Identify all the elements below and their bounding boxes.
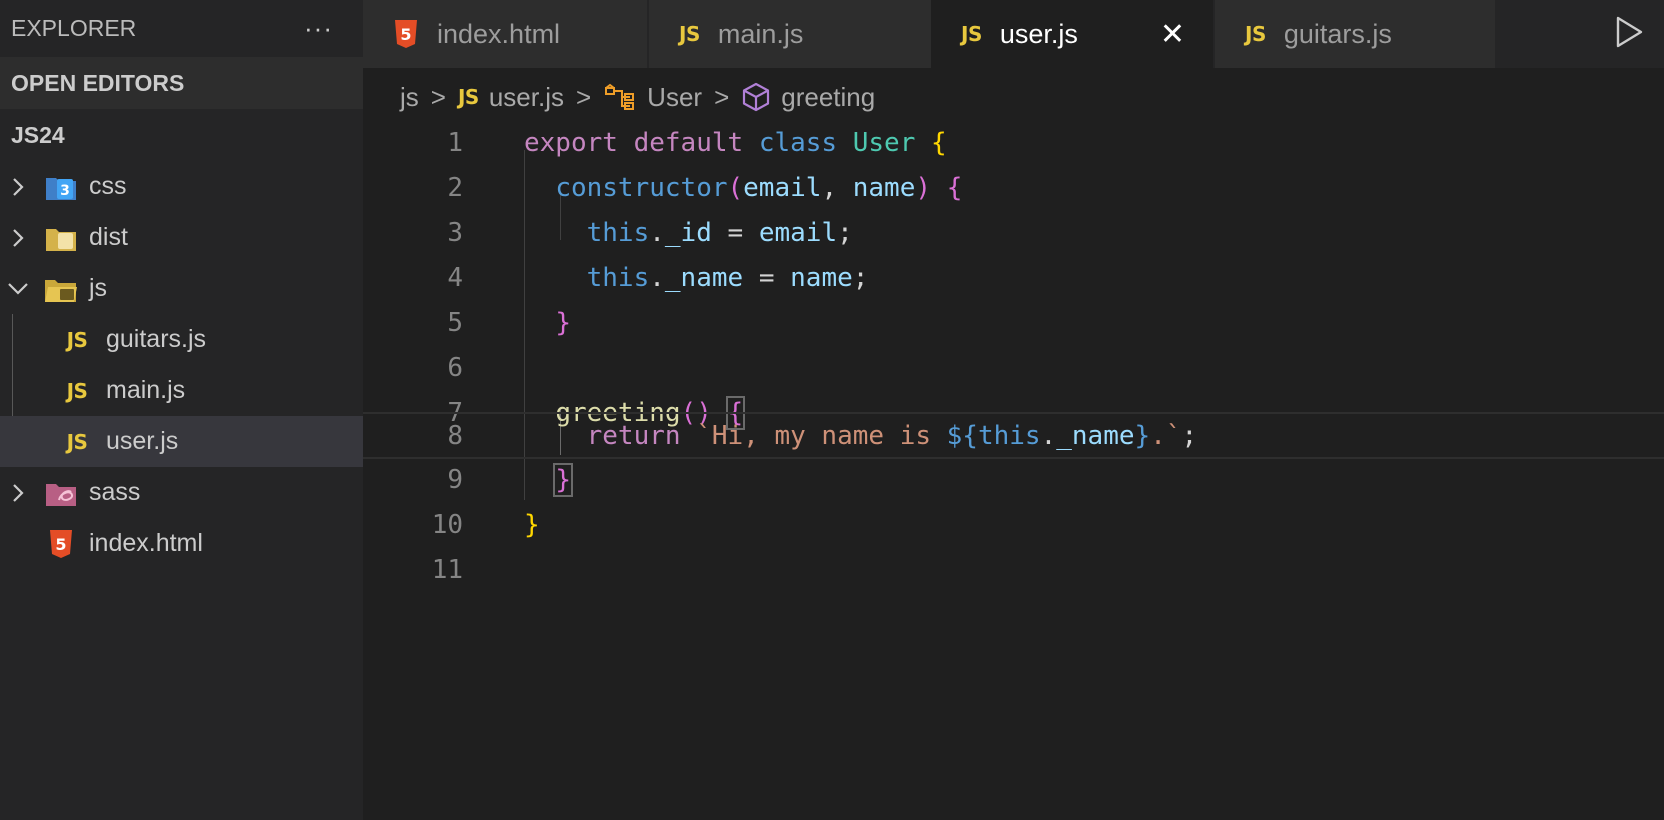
js-file-icon: JS [457,85,479,109]
line-number: 2 [447,172,463,203]
code-text: export default class User { [524,127,947,158]
tab-label: index.html [437,18,561,49]
css-folder-icon: 3 [44,170,78,204]
code-line: 10 } [363,502,1664,547]
html-file-icon: 5 [393,19,419,49]
method-symbol-icon [741,81,771,113]
tree-item-label: css [89,172,127,200]
tab-index-html[interactable]: 5 index.html [363,0,647,68]
breadcrumb-file[interactable]: user.js [489,82,564,113]
dist-folder-icon [44,221,78,255]
explorer-title: EXPLORER [11,15,137,41]
code-line: 4 this._name = name; [363,255,1664,300]
breadcrumb-separator: > [430,81,446,112]
more-actions-icon[interactable]: ··· [304,13,333,44]
js-file-icon: JS [66,429,88,454]
line-number: 10 [431,509,463,540]
tab-label: main.js [717,18,804,49]
code-line: 5 } [363,300,1664,345]
run-icon[interactable] [1612,14,1646,55]
tree-item-js[interactable]: js [0,263,363,314]
chevron-down-icon [6,281,30,297]
code-line: 3 this._id = email; [363,210,1664,255]
project-section[interactable]: JS24 [0,109,363,161]
tab-label: guitars.js [1283,18,1392,49]
js-file-icon: JS [961,22,982,46]
line-number: 6 [447,352,463,383]
code-line: 2 constructor(email, name) { [363,165,1664,210]
code-text: } [553,462,573,497]
breadcrumb-folder[interactable]: js [400,82,419,113]
tree-item-user-js[interactable]: JS user.js [0,416,363,467]
sass-folder-icon [44,476,78,510]
line-number: 5 [447,307,463,338]
tree-item-dist[interactable]: dist [0,212,363,263]
html-file-icon: 5 [44,527,78,561]
code-line: 9 } [363,457,1664,502]
tab-guitars-js[interactable]: JS guitars.js [1215,0,1495,68]
tree-item-index-html[interactable]: 5 index.html [0,518,363,569]
tree-item-sass[interactable]: sass [0,467,363,518]
js-file-icon: JS [66,378,88,403]
explorer-sidebar: EXPLORER ··· OPEN EDITORS JS24 3 css dis… [0,0,363,820]
line-number: 3 [447,217,463,248]
line-number: 11 [431,554,463,585]
tree-item-label: main.js [106,376,186,404]
file-tree: 3 css dist js JS guitars.js JS main.js J… [0,161,363,569]
tab-user-js[interactable]: JS user.js ✕ [931,0,1213,68]
chevron-right-icon [6,227,30,249]
js-file-icon: JS [679,22,700,46]
breadcrumb-separator: > [575,81,592,112]
close-tab-icon[interactable]: ✕ [1160,17,1185,52]
code-editor[interactable]: 1 export default class User { 2 construc… [363,120,1664,820]
code-text: } [555,307,571,338]
line-number: 4 [447,262,463,293]
tab-label: user.js [999,18,1078,49]
code-line-current: 8 return `Hi, my name is ${this._name}.`… [363,412,1664,459]
code-text: } [524,509,540,540]
code-text: this._name = name; [586,262,869,293]
code-line: 6 [363,345,1664,390]
tab-bar: 5 index.html JS main.js JS user.js ✕ JS … [363,0,1664,68]
tree-item-css[interactable]: 3 css [0,161,363,212]
chevron-right-icon [6,482,30,504]
svg-text:3: 3 [60,183,70,199]
breadcrumb: js > JS user.js > User > greeting [400,74,875,120]
class-symbol-icon [603,82,637,112]
tree-item-label: js [89,274,108,302]
tree-item-label: index.html [89,529,203,557]
tree-item-label: guitars.js [106,325,207,353]
tree-item-guitars-js[interactable]: JS guitars.js [0,314,363,365]
code-line: 1 export default class User { [363,120,1664,165]
tree-item-label: sass [89,478,141,506]
svg-text:5: 5 [55,535,66,554]
breadcrumb-method[interactable]: greeting [781,82,875,113]
breadcrumb-separator: > [714,81,730,112]
tree-item-main-js[interactable]: JS main.js [0,365,363,416]
svg-text:5: 5 [400,25,411,44]
explorer-header: EXPLORER ··· [0,0,363,57]
code-text: return `Hi, my name is ${this._name}.`; [586,420,1198,451]
line-number: 9 [447,464,463,495]
breadcrumb-class[interactable]: User [647,82,702,113]
js-folder-children: JS guitars.js JS main.js JS user.js [0,314,363,467]
tree-item-label: user.js [106,427,179,455]
code-line: 11 [363,547,1664,592]
code-text: this._id = email; [586,217,853,248]
open-editors-section[interactable]: OPEN EDITORS [0,57,363,109]
chevron-right-icon [6,176,30,198]
tree-item-label: dist [89,223,128,251]
js-file-icon: JS [1245,22,1266,46]
code-text: constructor(email, name) { [555,172,963,203]
js-folder-icon [44,272,78,306]
line-number: 8 [447,420,463,451]
js-file-icon: JS [66,327,88,352]
line-number: 1 [447,127,463,158]
tab-main-js[interactable]: JS main.js [649,0,931,68]
